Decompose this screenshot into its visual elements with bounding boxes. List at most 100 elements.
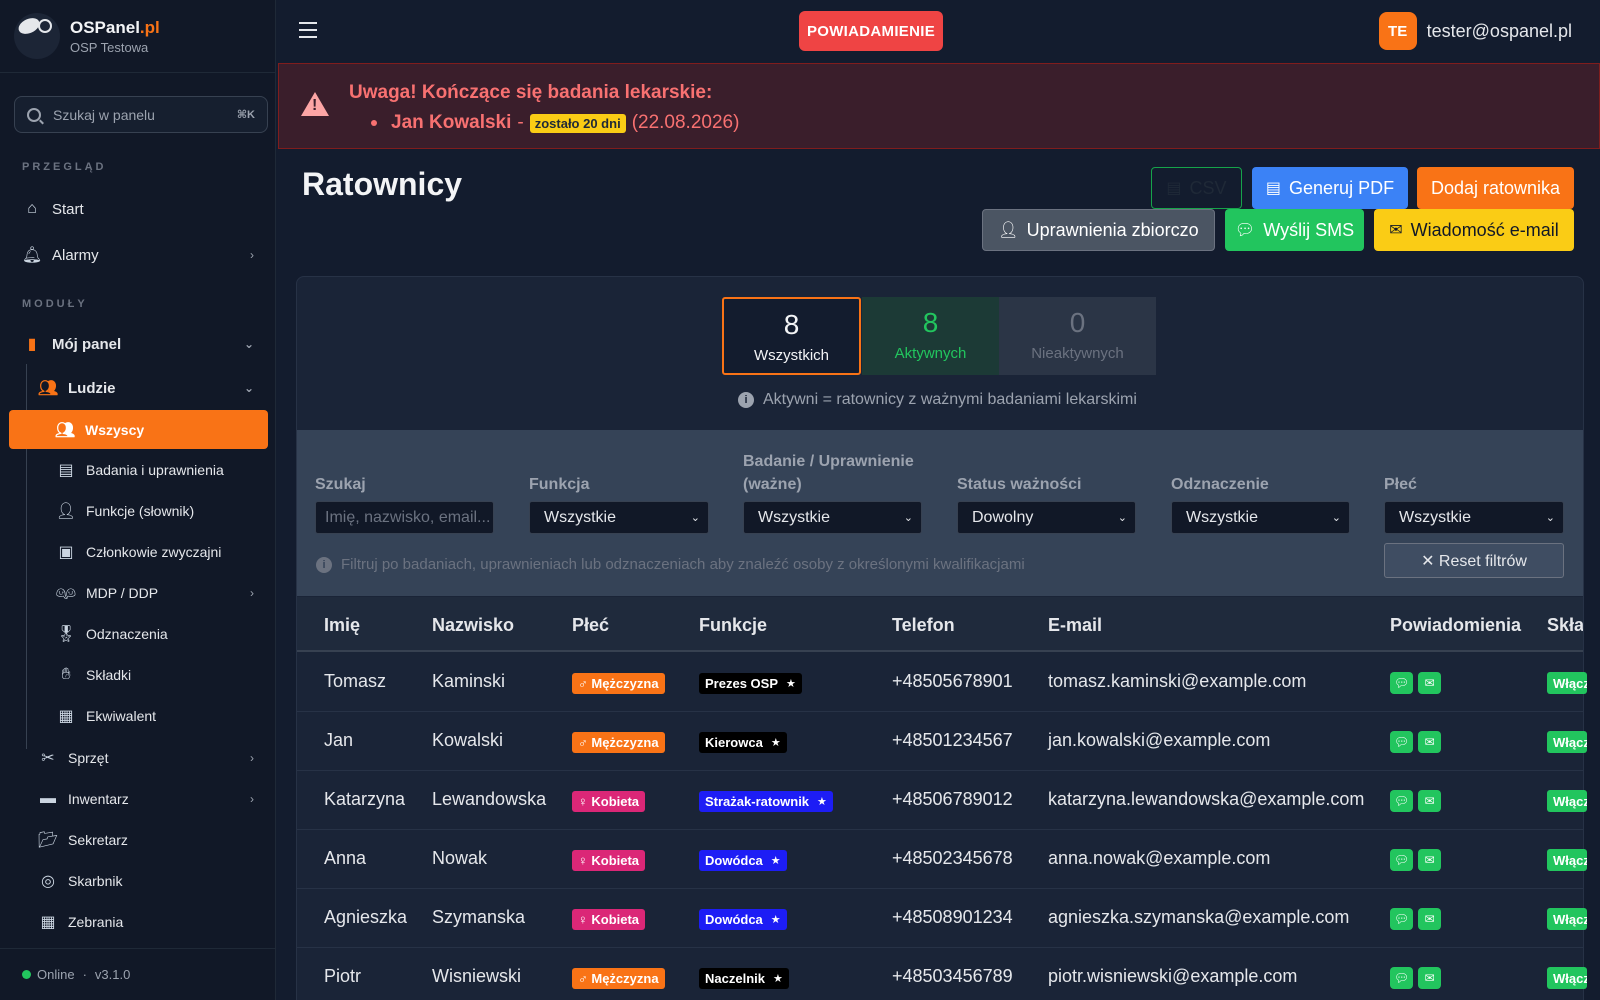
sidebar-search-input[interactable]: Szukaj w panelu ⌘K — [14, 96, 268, 133]
send-sms-button[interactable]: 💬︎ Wyślij SMS — [1225, 209, 1364, 251]
sidebar-item-start[interactable]: ⌂ Start — [10, 189, 268, 229]
sidebar-item-equivalent[interactable]: ▦ Ekwiwalent — [10, 696, 268, 736]
column-header-gender[interactable]: Płeć — [572, 615, 609, 636]
page-title: Ratownicy — [302, 166, 463, 202]
online-status: Online — [37, 967, 75, 982]
sidebar-item-label: Wszyscy — [85, 421, 145, 438]
stat-label: Aktywnych — [894, 345, 967, 362]
notification-button[interactable]: POWIADAMIENIE — [799, 11, 943, 51]
sms-notification-icon[interactable]: 💬︎ — [1390, 849, 1413, 871]
table-row[interactable]: Katarzyna Lewandowska ♀ Kobieta Strażak-rat… — [297, 771, 1587, 830]
stat-active[interactable]: 8 Aktywnych — [862, 297, 999, 375]
sidebar-item-people[interactable]: 👥︎ Ludzie ⌄ — [26, 368, 268, 408]
sidebar-item-secretary[interactable]: 📂︎ Sekretarz — [26, 820, 268, 860]
fees-status-badge: Włączone — [1547, 967, 1587, 989]
sidebar-item-treasurer[interactable]: ◎ Skarbnik — [26, 861, 268, 901]
avatar: TE — [1378, 12, 1417, 50]
filter-search-input[interactable]: Imię, nazwisko, email... — [315, 501, 494, 534]
column-header-email[interactable]: E-mail — [1048, 615, 1102, 636]
add-rescuer-button[interactable]: Dodaj ratownika — [1417, 167, 1574, 209]
status-separator: · — [82, 967, 87, 982]
menu-toggle-icon[interactable] — [299, 22, 317, 38]
sidebar-item-awards[interactable]: 🎖︎ Odznaczenia — [10, 614, 268, 654]
sidebar-item-inventory[interactable]: ▬ Inwentarz › — [26, 779, 268, 819]
email-notification-icon[interactable]: ✉ — [1418, 790, 1441, 812]
chevron-down-icon: ⌄ — [690, 512, 700, 524]
email-notification-icon[interactable]: ✉ — [1418, 908, 1441, 930]
cell-email: tomasz.kaminski@example.com — [1048, 671, 1307, 691]
stat-inactive[interactable]: 0 Nieaktywnych — [999, 297, 1156, 375]
user-menu[interactable]: TE tester@ospanel.pl — [1378, 12, 1572, 50]
gender-badge: ♂ Mężczyzna — [572, 968, 665, 989]
email-notification-icon[interactable]: ✉ — [1418, 731, 1441, 753]
column-header-last-name[interactable]: Nazwisko — [432, 615, 514, 636]
filter-validity-select[interactable]: Dowolny ⌄ — [957, 501, 1136, 534]
sidebar-item-fees[interactable]: ✋︎ Składki — [10, 655, 268, 695]
function-label: Dowódca — [705, 912, 763, 927]
stats-hint: i Aktywni = ratownicy z ważnymi badaniam… — [738, 391, 1137, 409]
sidebar-item-label: Sekretarz — [68, 832, 128, 848]
cell-email: anna.nowak@example.com — [1048, 848, 1271, 868]
filter-search-label: Szukaj — [315, 476, 366, 493]
children-icon: 👫︎ — [55, 585, 77, 602]
sidebar-item-meetings[interactable]: ▦ Zebrania — [26, 902, 268, 942]
table-row[interactable]: Jan Kowalski ♂ Mężczyzna Kierowca ★ +48501234… — [297, 712, 1587, 771]
section-overview: PRZEGLĄD — [22, 161, 107, 173]
column-header-notifications[interactable]: Powiadomienia — [1390, 615, 1521, 636]
sms-notification-icon[interactable]: 💬︎ — [1390, 672, 1413, 694]
sidebar-item-mdp[interactable]: 👫︎ MDP / DDP › — [10, 573, 268, 613]
cell-last-name: Lewandowska — [432, 789, 547, 809]
chevron-right-icon: › — [250, 792, 254, 806]
email-notification-icon[interactable]: ✉ — [1418, 967, 1441, 989]
filter-exam-label-line: (ważne) — [743, 476, 802, 493]
sms-notification-icon[interactable]: 💬︎ — [1390, 908, 1413, 930]
envelope-icon: ✉ — [1389, 222, 1403, 239]
sidebar-item-alarms[interactable]: 🔔︎ Alarmy › — [10, 235, 268, 275]
sidebar-item-label: Mój panel — [52, 335, 122, 353]
brand[interactable]: OSPanel.pl OSP Testowa — [0, 0, 275, 73]
bulk-permissions-button[interactable]: 👤︎ Uprawnienia zbiorczo — [982, 209, 1215, 251]
filter-function-select[interactable]: Wszystkie ⌄ — [529, 501, 709, 534]
filter-gender-select[interactable]: Wszystkie ⌄ — [1384, 501, 1564, 534]
fire-extinguisher-icon: ▮ — [27, 336, 37, 353]
email-notification-icon[interactable]: ✉ — [1418, 849, 1441, 871]
sidebar-item-label: Odznaczenia — [86, 626, 168, 642]
fees-status-badge: Włączone — [1547, 672, 1587, 694]
table-row[interactable]: Piotr Wisniewski ♂ Mężczyzna Naczelnik ★ +485… — [297, 948, 1587, 1000]
table-row[interactable]: Tomasz Kaminski ♂ Mężczyzna Prezes OSP ★ +485… — [297, 653, 1587, 712]
column-header-functions[interactable]: Funkcje — [699, 615, 767, 636]
calendar-icon: ▦ — [40, 914, 56, 931]
sidebar-item-functions[interactable]: 👤︎ Funkcje (słownik) — [10, 491, 268, 531]
select-value: Wszystkie — [1399, 508, 1471, 526]
sidebar-item-exams[interactable]: ▤ Badania i uprawnienia — [10, 450, 268, 490]
send-email-button[interactable]: ✉ Wiadomość e-mail — [1374, 209, 1574, 251]
table-row[interactable]: Agnieszka Szymanska ♀ Kobieta Dowódca ★ +4850… — [297, 889, 1587, 948]
filter-award-select[interactable]: Wszystkie ⌄ — [1171, 501, 1350, 534]
button-label: CSV — [1189, 177, 1227, 198]
table-row[interactable]: Anna Nowak ♀ Kobieta Dowódca ★ +48502345678 an… — [297, 830, 1587, 889]
sidebar-item-all[interactable]: 👥︎ Wszyscy — [9, 410, 268, 449]
column-header-first-name[interactable]: Imię — [324, 615, 360, 636]
app-version: v3.1.0 — [94, 967, 131, 982]
generate-pdf-button[interactable]: ▤ Generuj PDF — [1252, 167, 1408, 209]
sms-notification-icon[interactable]: 💬︎ — [1390, 967, 1413, 989]
csv-export-button[interactable]: ▤ CSV — [1151, 167, 1242, 209]
sms-notification-icon[interactable]: 💬︎ — [1390, 790, 1413, 812]
sidebar-item-members[interactable]: ▣ Członkowie zwyczajni — [10, 532, 268, 572]
select-value: Wszystkie — [1186, 508, 1258, 526]
email-notification-icon[interactable]: ✉ — [1418, 672, 1441, 694]
reset-filters-button[interactable]: ✕ Reset filtrów — [1384, 543, 1564, 578]
stat-all[interactable]: 8 Wszystkich — [722, 297, 861, 375]
column-header-phone[interactable]: Telefon — [892, 615, 955, 636]
sidebar-item-equipment[interactable]: ✂︎ Sprzęt › — [26, 738, 268, 778]
search-icon — [27, 107, 41, 122]
sms-notification-icon[interactable]: 💬︎ — [1390, 731, 1413, 753]
file-medical-icon: ▤ — [58, 462, 74, 479]
sidebar-item-my-panel[interactable]: ▮ Mój panel ⌄ — [10, 324, 268, 364]
column-header-fees[interactable]: Składki — [1547, 615, 1583, 636]
stat-number: 8 — [783, 309, 800, 340]
filter-exam-select[interactable]: Wszystkie ⌄ — [743, 501, 922, 534]
stat-label: Nieaktywnych — [1031, 345, 1124, 362]
button-label: Wiadomość e-mail — [1410, 219, 1559, 240]
stat-number: 8 — [922, 307, 939, 338]
